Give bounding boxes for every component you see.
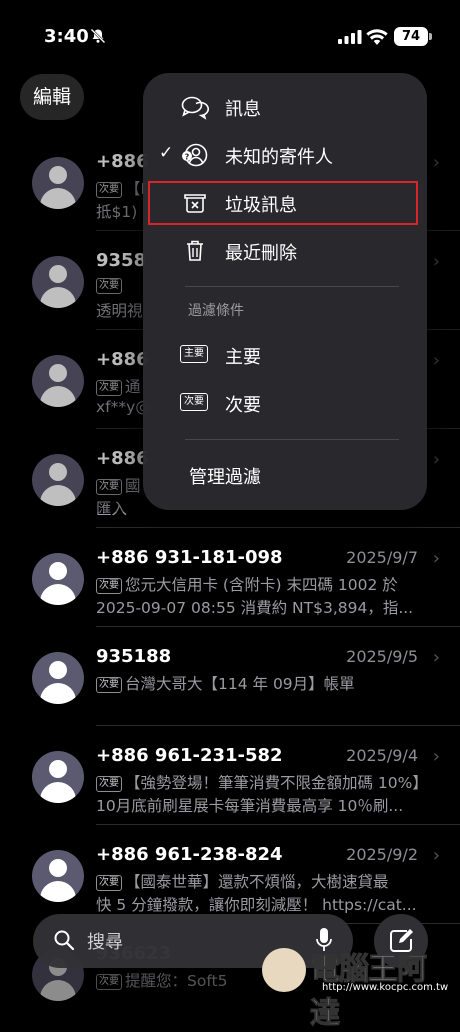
secondary-badge: 次要 — [96, 776, 122, 792]
message-preview: 【強勢登場！筆筆消費不限金額加碼 10%】 — [125, 774, 428, 792]
menu-item-label: 最近刪除 — [225, 243, 297, 264]
message-preview: 您元大信用卡 (含附卡) 末四碼 1002 於 — [125, 576, 398, 594]
menu-item-primary[interactable]: 主要 主要 — [143, 333, 427, 377]
secondary-badge: 次要 — [96, 578, 122, 594]
avatar — [32, 355, 84, 407]
junk-icon — [184, 194, 206, 213]
menu-item-label: 訊息 — [225, 99, 261, 120]
silent-bell-icon — [90, 28, 106, 44]
primary-tag-icon: 主要 — [180, 345, 208, 363]
chevron-right-icon: › — [432, 449, 440, 470]
secondary-badge: 次要 — [96, 278, 122, 294]
message-date: 2025/9/4 — [346, 746, 418, 765]
battery-cap — [429, 33, 432, 40]
chevron-right-icon: › — [432, 251, 440, 272]
watermark-mascot-icon — [262, 948, 306, 992]
secondary-badge: 次要 — [96, 479, 122, 495]
sender-name: 9358 — [96, 250, 147, 271]
sender-name: +886 931-181-098 — [96, 547, 283, 568]
menu-item-label: 主要 — [225, 347, 261, 368]
menu-item-label: 未知的寄件人 — [225, 147, 333, 168]
message-preview: 【國泰世華】還款不煩惱，大樹速貸最 — [125, 873, 389, 891]
sender-name: +886 — [96, 349, 149, 370]
menu-item-label: 次要 — [225, 395, 261, 416]
search-icon — [54, 930, 75, 951]
unknown-sender-icon: ? — [182, 143, 208, 167]
message-preview: 提醒您：Soft5 — [125, 972, 228, 990]
message-preview: 通 — [125, 378, 141, 396]
chevron-right-icon: › — [432, 647, 440, 668]
secondary-badge: 次要 — [96, 182, 122, 198]
sender-name: +886 961-231-582 — [96, 745, 283, 766]
menu-divider — [185, 286, 399, 287]
trash-icon — [187, 240, 203, 261]
watermark: 電腦王阿達 http://www.kocpc.com.tw — [262, 944, 452, 1032]
message-date: 2025/9/5 — [346, 647, 418, 666]
menu-item-recently-deleted[interactable]: 最近刪除 — [143, 229, 427, 273]
message-date: 2025/9/7 — [346, 548, 418, 567]
secondary-tag-icon: 次要 — [180, 393, 208, 411]
conversation-row[interactable]: +886 961-238-824 2025/9/2 › 次要 【國泰世華】還款不煩… — [0, 825, 460, 924]
message-preview-line2: 10月底前刷星展卡每筆消費最高享 10％刷... — [96, 797, 404, 815]
conversation-row[interactable]: 935188 2025/9/5 › 次要 台灣大哥大【114 年 09月】帳單 — [0, 627, 460, 726]
cellular-signal-icon — [338, 30, 362, 44]
chevron-right-icon: › — [432, 845, 440, 866]
manage-filters-button[interactable]: 管理過濾 — [189, 463, 261, 489]
avatar — [32, 850, 84, 902]
avatar — [32, 751, 84, 803]
battery-indicator: 74 — [394, 27, 428, 46]
avatar — [32, 454, 84, 506]
avatar — [32, 157, 84, 209]
avatar — [32, 652, 84, 704]
menu-item-secondary[interactable]: 次要 次要 — [143, 381, 427, 425]
status-bar: 3:40 74 — [0, 0, 460, 70]
message-preview: 國 — [125, 477, 141, 495]
secondary-badge: 次要 — [96, 380, 122, 396]
sender-name: +886 961-238-824 — [96, 844, 283, 865]
watermark-url: http://www.kocpc.com.tw — [322, 982, 449, 993]
menu-item-junk[interactable]: 垃圾訊息 — [143, 181, 427, 225]
conversation-row[interactable]: +886 931-181-098 2025/9/7 › 次要 您元大信用卡 (含附… — [0, 528, 460, 627]
menu-item-messages[interactable]: 訊息 — [143, 85, 427, 129]
menu-divider — [185, 439, 399, 440]
chevron-right-icon: › — [432, 350, 440, 371]
menu-item-label: 垃圾訊息 — [225, 195, 297, 216]
status-time: 3:40 — [44, 26, 89, 47]
sender-name: +886 — [96, 151, 149, 172]
avatar — [32, 553, 84, 605]
filters-section-title: 過濾條件 — [188, 303, 244, 319]
menu-item-unknown-senders[interactable]: ✓ ? 未知的寄件人 — [143, 133, 427, 177]
search-placeholder: 搜尋 — [87, 932, 123, 953]
chevron-right-icon: › — [432, 152, 440, 173]
conversation-row[interactable]: +886 961-231-582 2025/9/4 › 次要 【強勢登場！筆筆消費… — [0, 726, 460, 825]
sender-name: +886 — [96, 448, 149, 469]
wifi-icon — [366, 29, 388, 45]
sender-name: 935188 — [96, 646, 172, 667]
secondary-badge: 次要 — [96, 974, 122, 990]
message-preview-line2: 2025-09-07 08:55 消費約 NT$3,894，指... — [96, 599, 414, 617]
filter-menu: 訊息 ✓ ? 未知的寄件人 垃圾訊息 最近刪除 過濾條件 主要 主要 次要 次要… — [143, 73, 427, 510]
secondary-badge: 次要 — [96, 677, 122, 693]
message-date: 2025/9/2 — [346, 845, 418, 864]
checkmark-icon: ✓ — [159, 143, 174, 163]
secondary-badge: 次要 — [96, 875, 122, 891]
chevron-right-icon: › — [432, 548, 440, 569]
message-preview: 台灣大哥大【114 年 09月】帳單 — [125, 675, 355, 693]
message-preview-line2: 快 5 分鐘撥款，讓你即刻減壓！ https://cat... — [96, 896, 417, 914]
messages-icon — [181, 96, 209, 120]
svg-text:?: ? — [185, 153, 190, 162]
edit-button[interactable]: 編輯 — [20, 74, 84, 120]
chevron-right-icon: › — [432, 746, 440, 767]
avatar — [32, 256, 84, 308]
